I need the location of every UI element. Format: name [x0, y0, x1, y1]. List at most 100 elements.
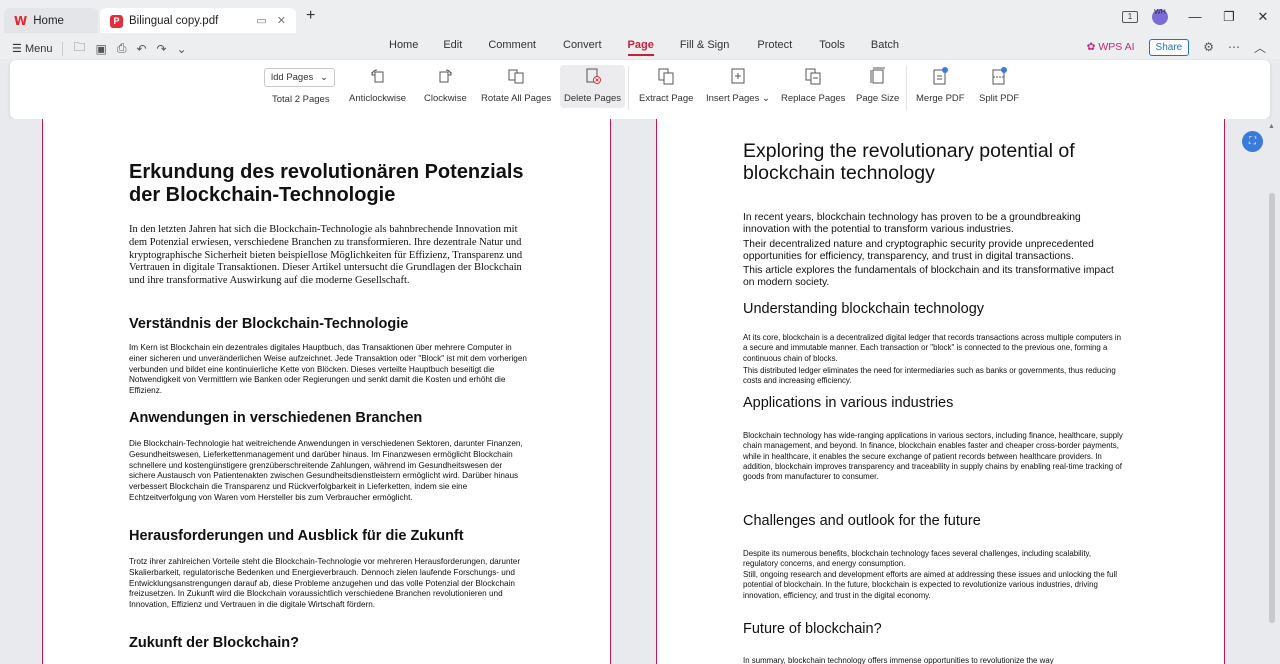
delete-pages-button[interactable]: Delete Pages — [560, 65, 626, 108]
section-paragraph: Die Blockchain-Technologie hat weitreich… — [129, 439, 523, 502]
clockwise-label: Clockwise — [424, 93, 467, 104]
menu-label: Menu — [24, 43, 53, 55]
settings-gear-icon[interactable]: ⚙ — [1203, 40, 1214, 54]
section-paragraph: This distributed ledger eliminates the n… — [743, 366, 1116, 386]
avatar[interactable]: WH — [1152, 8, 1168, 25]
intro-paragraph: Their decentralized nature and cryptogra… — [743, 239, 1094, 263]
redo-icon[interactable]: ↷ — [157, 42, 167, 56]
extract-page-icon — [657, 66, 675, 86]
scrollbar-thumb[interactable] — [1269, 193, 1275, 623]
menu-row: ☰ Menu 🗀 ▣ ⎙ ↶ ↷ ⌄ Home Edit Comment Con… — [0, 33, 1280, 59]
chevron-down-icon: ⌄ — [761, 93, 770, 104]
section-paragraph: At its core, blockchain is a decentraliz… — [743, 333, 1122, 363]
section-paragraph: Despite its numerous benefits, blockchai… — [743, 549, 1092, 569]
section-heading: Zukunft der Blockchain? — [129, 635, 299, 651]
rotate-all-pages-button[interactable]: Rotate All Pages — [481, 66, 551, 104]
chevron-down-icon[interactable]: ⌄ — [177, 42, 187, 56]
clockwise-button[interactable]: Clockwise — [424, 66, 467, 104]
wps-ai-label: WPS AI — [1098, 41, 1135, 53]
section-heading: Applications in various industries — [743, 395, 954, 411]
close-tab-icon[interactable]: ✕ — [277, 14, 286, 27]
add-pages-select[interactable]: ldd Pages ⌄ — [264, 68, 335, 87]
page-ribbon: ldd Pages ⌄ Total 2 Pages Anticlockwise … — [10, 60, 1270, 119]
insert-pages-button[interactable]: Insert Pages ⌄ — [706, 66, 770, 104]
collapse-ribbon-icon[interactable]: ︿ — [1254, 39, 1266, 56]
split-pdf-button[interactable]: Split PDF — [979, 66, 1019, 104]
section-heading: Anwendungen in verschiedenen Branchen — [129, 410, 423, 426]
close-window-icon[interactable]: ✕ — [1246, 9, 1280, 25]
section-heading: Understanding blockchain technology — [743, 301, 985, 317]
more-options-icon[interactable]: ⋯ — [1228, 40, 1240, 54]
vertical-scrollbar[interactable]: ▲ — [1268, 123, 1276, 664]
translate-float-icon[interactable]: ⛶ — [1242, 131, 1263, 152]
open-folder-icon[interactable]: 🗀 — [73, 38, 85, 59]
ai-sparkle-icon: ✿ — [1086, 41, 1096, 53]
tab-batch[interactable]: Batch — [871, 39, 899, 56]
ribbon-divider — [628, 66, 629, 110]
rotate-left-icon — [369, 66, 387, 86]
tab-home[interactable]: W Home — [4, 8, 98, 34]
replace-pages-button[interactable]: Replace Pages — [781, 66, 845, 104]
rotate-all-pages-label: Rotate All Pages — [481, 93, 552, 104]
minimize-icon[interactable]: — — [1178, 9, 1212, 24]
page-size-label: Page Size — [856, 93, 900, 104]
replace-pages-icon — [804, 66, 822, 86]
section-paragraph: In summary, blockchain technology offers… — [743, 656, 1054, 664]
scroll-up-arrow-icon[interactable]: ▲ — [1268, 123, 1275, 130]
tab-home-label: Home — [33, 15, 64, 27]
page-title: Exploring the revolutionary potential of… — [743, 140, 1075, 184]
section-heading: Verständnis der Blockchain-Technologie — [129, 316, 409, 332]
merge-pdf-icon — [931, 66, 949, 86]
extract-page-button[interactable]: Extract Page — [639, 66, 693, 104]
tab-protect[interactable]: Protect — [757, 39, 792, 56]
section-paragraph: Trotz ihrer zahlreichen Vorteile steht d… — [129, 557, 521, 610]
anticlockwise-label: Anticlockwise — [349, 93, 407, 104]
merge-pdf-label: Merge PDF — [916, 93, 965, 104]
insert-pages-icon — [729, 66, 747, 86]
menu-button[interactable]: ☰ Menu — [12, 42, 52, 55]
insert-pages-label: Insert Pages ⌄ — [706, 93, 770, 104]
new-tab-plus-icon[interactable]: + — [306, 7, 315, 25]
title-bar: W Home P Bilingual copy.pdf ▭ ✕ + 1 WH —… — [0, 0, 1280, 34]
tab-convert[interactable]: Convert — [563, 39, 602, 56]
layout-icon[interactable]: 1 — [1122, 10, 1138, 23]
chevron-down-icon: ⌄ — [320, 72, 328, 83]
extract-page-label: Extract Page — [639, 93, 694, 104]
tab-document-label: Bilingual copy.pdf — [129, 15, 219, 27]
print-icon[interactable]: ⎙ — [117, 41, 127, 56]
tab-fill-sign[interactable]: Fill & Sign — [680, 39, 730, 56]
split-pdf-icon — [990, 66, 1008, 86]
anticlockwise-button[interactable]: Anticlockwise — [349, 66, 406, 104]
total-pages-label: Total 2 Pages — [272, 94, 330, 105]
intro-paragraph: This article explores the fundamentals o… — [743, 265, 1114, 289]
section-paragraph: Blockchain technology has wide-ranging a… — [743, 431, 1123, 482]
document-viewport[interactable]: Erkundung des revolutionären Potenzials … — [0, 119, 1280, 664]
intro-paragraph: In den letzten Jahren hat sich die Block… — [129, 224, 523, 287]
tab-tools[interactable]: Tools — [819, 39, 845, 56]
restore-tab-icon[interactable]: ▭ — [256, 14, 266, 27]
rotate-right-icon — [436, 66, 454, 86]
wps-ai-button[interactable]: ✿ WPS AI — [1087, 41, 1135, 53]
insert-pages-text: Insert Pages — [706, 93, 760, 104]
intro-paragraph: In recent years, blockchain technology h… — [743, 212, 1081, 236]
tab-edit[interactable]: Edit — [443, 39, 462, 56]
delete-pages-label: Delete Pages — [564, 93, 622, 104]
section-heading: Challenges and outlook for the future — [743, 513, 981, 529]
tab-home-menu[interactable]: Home — [389, 39, 418, 56]
tab-page[interactable]: Page — [628, 39, 654, 56]
tab-comment[interactable]: Comment — [488, 39, 536, 56]
undo-icon[interactable]: ↶ — [136, 42, 146, 56]
section-paragraph: Im Kern ist Blockchain ein dezentrales d… — [129, 343, 527, 396]
page-size-button[interactable]: Page Size — [856, 66, 899, 104]
share-button[interactable]: Share — [1148, 38, 1190, 56]
split-pdf-label: Split PDF — [979, 93, 1020, 104]
section-paragraph: Still, ongoing research and development … — [743, 570, 1118, 600]
pdf-page-english: Exploring the revolutionary potential of… — [656, 119, 1225, 664]
tab-document[interactable]: P Bilingual copy.pdf ▭ ✕ — [100, 8, 296, 34]
merge-pdf-button[interactable]: Merge PDF — [916, 66, 965, 104]
save-icon[interactable]: ▣ — [95, 42, 106, 56]
pdf-file-icon: P — [110, 14, 123, 28]
maximize-icon[interactable]: ❐ — [1212, 9, 1246, 25]
add-pages-select-value: ldd Pages — [271, 72, 314, 83]
divider — [62, 41, 64, 56]
